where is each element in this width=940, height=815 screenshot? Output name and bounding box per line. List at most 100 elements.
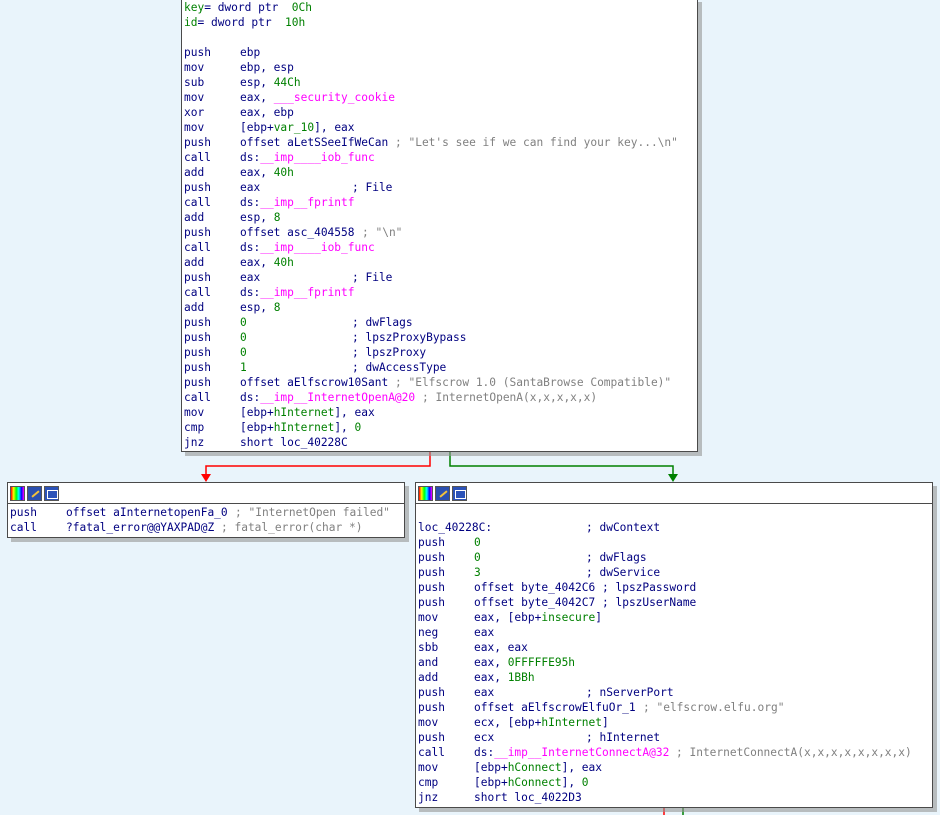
operand-token[interactable]: __imp__fprintf (260, 286, 354, 299)
operand-token[interactable]: esp, (240, 76, 274, 89)
operand-token[interactable]: eax (240, 181, 260, 194)
code-block-internetopen-failed[interactable]: push offset aInternetopenFa_0 ; "InternetO… (7, 482, 405, 538)
operand-token[interactable]: ] (595, 611, 602, 624)
operands[interactable]: esp, 8 (240, 210, 280, 225)
operand-token[interactable]: 0 (355, 421, 362, 434)
operands[interactable]: eax, 40h (240, 255, 294, 270)
operands[interactable]: ecx, [ebp+hInternet] (474, 715, 609, 730)
operands[interactable]: eax (240, 270, 260, 285)
operand-token[interactable]: eax, eax (474, 641, 528, 654)
operand-token[interactable]: __imp____iob_func (260, 241, 375, 254)
operand-token[interactable]: eax, [ebp+ (474, 611, 541, 624)
operands[interactable]: ds:__imp__fprintf (240, 285, 355, 300)
operand-token[interactable]: [ebp+ (240, 421, 274, 434)
operand-token[interactable]: 1BBh (508, 671, 535, 684)
operands[interactable]: ebp, esp (240, 60, 294, 75)
operand-token[interactable]: 0 (474, 551, 481, 564)
operands[interactable]: 0 (240, 345, 247, 360)
operand-token[interactable]: insecure (541, 611, 595, 624)
operand-token[interactable]: esp, (240, 301, 274, 314)
operands[interactable]: ds:__imp__InternetOpenA@20 (240, 390, 415, 405)
operands[interactable]: offset byte_4042C7 (474, 595, 595, 610)
operand-token[interactable]: offset aElfscrow10Sant (240, 376, 388, 389)
operand-token[interactable]: ?fatal_error@@YAXPAD@Z (66, 521, 214, 534)
operand-token[interactable]: 40h (274, 166, 294, 179)
operand-token[interactable]: [ebp+ (240, 121, 274, 134)
operand-token[interactable]: [ebp+ (474, 776, 508, 789)
operands[interactable]: short loc_4022D3 (474, 790, 582, 805)
operand-token[interactable]: hInternet (274, 406, 335, 419)
operands[interactable]: eax, ebp (240, 105, 294, 120)
operand-token[interactable]: __imp____iob_func (260, 151, 375, 164)
operand-token[interactable]: 8 (274, 211, 281, 224)
operand-token[interactable]: eax, (240, 91, 274, 104)
operands[interactable]: offset byte_4042C6 (474, 580, 595, 595)
operand-token[interactable]: 44Ch (274, 76, 301, 89)
operand-token[interactable]: ], eax (334, 406, 374, 419)
operand-token[interactable]: ds: (240, 241, 260, 254)
operand-token[interactable]: [ebp+ (474, 761, 508, 774)
stack-var-declaration[interactable]: id= dword ptr 10h (184, 15, 305, 30)
operand-token[interactable]: eax (474, 626, 494, 639)
var-name[interactable]: key (184, 1, 204, 14)
code-block-loc-40228C[interactable]: loc_40228C: ; dwContext push 0 push 0 ; dwFlag… (415, 482, 933, 808)
operand-token[interactable]: ebp, esp (240, 61, 294, 74)
graph-overview-icon[interactable] (44, 485, 59, 501)
operands[interactable]: eax (474, 685, 494, 700)
operand-token[interactable]: eax, (240, 166, 274, 179)
operand-token[interactable]: offset aLetSSeeIfWeCan (240, 136, 388, 149)
operand-token[interactable]: short loc_40228C (240, 436, 348, 449)
operands[interactable]: 0 (474, 535, 481, 550)
operands[interactable]: ds:__imp__InternetConnectA@32 (474, 745, 669, 760)
operands[interactable]: 1 (240, 360, 247, 375)
operand-token[interactable]: __imp__InternetConnectA@32 (494, 746, 669, 759)
operand-token[interactable]: eax (240, 271, 260, 284)
operand-token[interactable]: ebp (240, 46, 260, 59)
operand-token[interactable]: ds: (240, 196, 260, 209)
operand-token[interactable]: offset asc_404558 (240, 226, 355, 239)
label-name[interactable]: loc_40228C: (418, 521, 492, 534)
code-block-entry[interactable]: key= dword ptr 0Ch id= dword ptr 10h push e… (181, 0, 698, 452)
operands[interactable]: eax, [ebp+insecure] (474, 610, 602, 625)
color-palette-icon[interactable] (10, 485, 25, 501)
operand-token[interactable]: 0 (240, 346, 247, 359)
operands[interactable]: [ebp+hConnect], eax (474, 760, 602, 775)
code-label[interactable]: loc_40228C: ; dwContext (418, 520, 660, 535)
operand-token[interactable]: 0FFFFFE95h (508, 656, 575, 669)
operands[interactable]: ebp (240, 45, 260, 60)
operand-token[interactable]: 0 (240, 331, 247, 344)
edit-node-icon[interactable] (27, 485, 42, 501)
operand-token[interactable]: eax, ebp (240, 106, 294, 119)
operand-token[interactable]: [ebp+ (240, 406, 274, 419)
operands[interactable]: esp, 44Ch (240, 75, 301, 90)
operand-token[interactable]: ds: (240, 151, 260, 164)
var-name[interactable]: id (184, 16, 197, 29)
operands[interactable]: offset aElfscrowElfuOr_1 (474, 700, 636, 715)
operands[interactable]: offset asc_404558 (240, 225, 355, 240)
operand-token[interactable]: ecx (474, 731, 494, 744)
operands[interactable]: eax, ___security_cookie (240, 90, 395, 105)
operand-token[interactable]: ds: (240, 286, 260, 299)
operand-token[interactable]: ___security_cookie (274, 91, 395, 104)
operand-token[interactable]: 40h (274, 256, 294, 269)
operand-token[interactable]: eax, (474, 671, 508, 684)
operand-token[interactable]: hConnect (508, 761, 562, 774)
operands[interactable]: eax (474, 625, 494, 640)
operands[interactable]: esp, 8 (240, 300, 280, 315)
operand-token[interactable]: 0 (240, 316, 247, 329)
graph-overview-icon[interactable] (452, 485, 467, 501)
operand-token[interactable]: short loc_4022D3 (474, 791, 582, 804)
operand-token[interactable]: ], (562, 776, 582, 789)
operand-token[interactable]: 1 (240, 361, 247, 374)
operands[interactable]: ds:__imp__fprintf (240, 195, 355, 210)
operand-token[interactable]: 8 (274, 301, 281, 314)
operands[interactable]: 0 (474, 550, 481, 565)
operand-token[interactable]: __imp__InternetOpenA@20 (260, 391, 415, 404)
operands[interactable]: [ebp+hInternet], 0 (240, 420, 361, 435)
operand-token[interactable]: eax, (240, 256, 274, 269)
operand-token[interactable]: var_10 (274, 121, 314, 134)
operand-token[interactable]: ], eax (314, 121, 354, 134)
operand-token[interactable]: __imp__fprintf (260, 196, 354, 209)
operand-token[interactable]: esp, (240, 211, 274, 224)
operand-token[interactable]: ], (334, 421, 354, 434)
